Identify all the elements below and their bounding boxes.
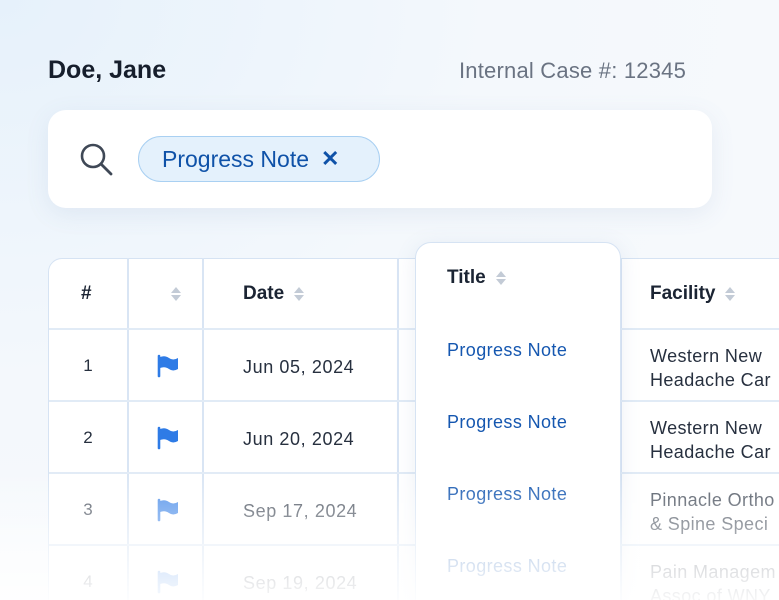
filter-chip-label: Progress Note <box>162 145 310 172</box>
row-number: 1 <box>83 356 93 375</box>
search-icon[interactable] <box>78 141 114 177</box>
row-number: 4 <box>83 572 93 591</box>
case-number: Internal Case #: 12345 <box>459 58 686 83</box>
row-divider <box>620 472 779 474</box>
row-date: Jun 05, 2024 <box>243 357 355 377</box>
row-title-link[interactable]: Progress Note <box>447 412 567 433</box>
flag-icon[interactable] <box>156 354 180 378</box>
row-facility-line2: Assoc of WNY <box>650 586 771 600</box>
column-header-flag[interactable] <box>161 282 181 306</box>
patient-name: Doe, Jane <box>48 56 167 84</box>
row-facility-line1: Western New <box>650 418 763 438</box>
row-divider <box>620 544 779 546</box>
flag-icon[interactable] <box>156 570 180 594</box>
row-date: Sep 19, 2024 <box>243 573 358 593</box>
row-facility-line1: Pinnacle Ortho <box>650 490 775 510</box>
row-facility: Western New Headache Car <box>650 416 771 464</box>
filter-chip[interactable]: Progress Note ✕ <box>138 136 380 182</box>
row-facility-line1: Western New <box>650 346 763 366</box>
row-title-link[interactable]: Progress Note <box>447 484 567 505</box>
column-header-facility[interactable]: Facility <box>650 282 736 306</box>
row-divider <box>620 328 779 330</box>
row-divider <box>49 544 415 546</box>
column-header-title-label: Title <box>447 267 486 288</box>
row-facility: Pain Managem Assoc of WNY <box>650 560 776 600</box>
row-facility: Pinnacle Ortho & Spine Speci <box>650 488 775 536</box>
close-icon[interactable]: ✕ <box>321 146 339 172</box>
column-header-title[interactable]: Title <box>447 266 506 290</box>
column-divider <box>397 258 399 600</box>
row-date: Jun 20, 2024 <box>243 429 355 449</box>
row-facility: Western New Headache Car <box>650 344 771 392</box>
row-divider <box>49 472 415 474</box>
sort-icon[interactable] <box>725 287 736 301</box>
column-header-date-label: Date <box>243 283 285 304</box>
column-divider <box>127 258 129 600</box>
column-header-number: # <box>81 283 92 304</box>
flag-icon[interactable] <box>156 498 180 522</box>
row-divider <box>49 328 415 330</box>
row-title-link[interactable]: Progress Note <box>447 556 567 577</box>
row-facility-line2: & Spine Speci <box>650 514 769 534</box>
flag-icon[interactable] <box>156 426 180 450</box>
column-divider <box>202 258 204 600</box>
row-divider <box>49 400 415 402</box>
row-title-link[interactable]: Progress Note <box>447 340 567 361</box>
column-header-facility-label: Facility <box>650 283 716 304</box>
row-number: 3 <box>83 500 93 519</box>
row-facility-line2: Headache Car <box>650 370 771 390</box>
sort-icon[interactable] <box>495 271 506 285</box>
row-facility-line1: Pain Managem <box>650 562 776 582</box>
row-divider <box>620 400 779 402</box>
row-facility-line2: Headache Car <box>650 442 771 462</box>
row-date: Sep 17, 2024 <box>243 501 358 521</box>
sort-icon[interactable] <box>171 287 181 301</box>
row-number: 2 <box>83 428 93 447</box>
sort-icon[interactable] <box>294 287 305 301</box>
column-header-date[interactable]: Date <box>243 282 305 306</box>
